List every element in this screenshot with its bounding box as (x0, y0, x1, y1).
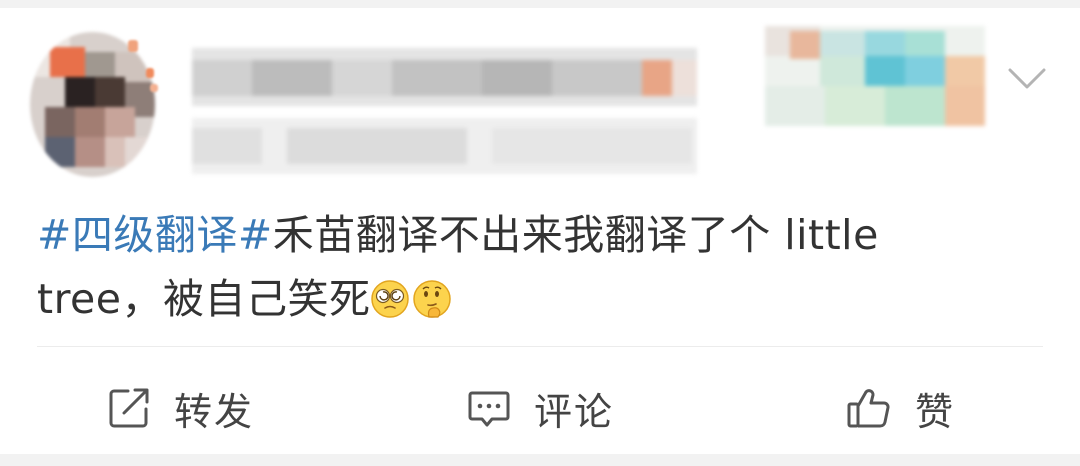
comment-icon (466, 385, 512, 431)
avatar-decoration (150, 84, 158, 92)
post-body: #四级翻译#禾苗翻译不出来我翻译了个 little tree，被自己笑死 (37, 203, 1047, 331)
post-text-line2: tree，被自己笑死 (37, 275, 371, 323)
comment-label: 评论 (534, 389, 615, 434)
dizzy-face-emoji (370, 273, 410, 318)
post-text-line1: 禾苗翻译不出来我翻译了个 little (272, 211, 879, 259)
divider (37, 346, 1043, 347)
username-blurred[interactable] (192, 48, 697, 106)
comment-button[interactable]: 评论 (466, 376, 614, 440)
avatar-decoration (128, 40, 138, 52)
thinking-face-emoji (412, 273, 452, 318)
repost-label: 转发 (174, 389, 255, 434)
badge-blurred (765, 26, 985, 126)
repost-button[interactable]: 转发 (106, 376, 254, 440)
share-icon (106, 385, 152, 431)
avatar[interactable] (30, 32, 155, 177)
post-meta-blurred (192, 118, 697, 174)
chevron-down-icon[interactable] (1004, 60, 1050, 96)
topic-link[interactable]: #四级翻译# (37, 211, 273, 259)
like-label: 赞 (915, 389, 956, 434)
post-card: #四级翻译#禾苗翻译不出来我翻译了个 little tree，被自己笑死 转发 … (0, 8, 1080, 454)
thumbs-up-icon (845, 384, 893, 432)
avatar-decoration (146, 68, 154, 78)
like-button[interactable]: 赞 (845, 376, 955, 440)
